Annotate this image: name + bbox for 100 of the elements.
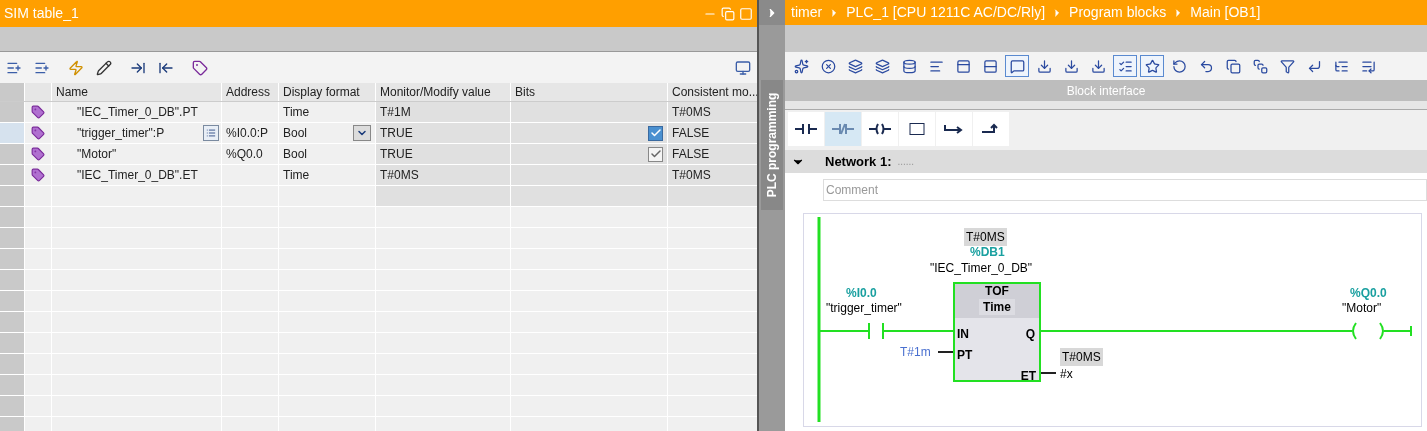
table-cell-text: Time <box>283 104 310 121</box>
table-cell-text: Time <box>283 167 310 184</box>
checkbox[interactable] <box>648 146 663 162</box>
copy-icon <box>1225 58 1241 74</box>
contact-symbol <box>868 322 884 340</box>
toolbar-button[interactable] <box>1140 55 1164 77</box>
table-cell-text: Bool <box>283 146 308 163</box>
star-icon <box>1144 58 1160 74</box>
toolbar-button[interactable] <box>1005 55 1029 77</box>
download-icon <box>1063 58 1079 74</box>
collapse-button[interactable] <box>759 0 785 25</box>
instruction-button[interactable] <box>788 111 824 146</box>
table-cell-text: %I0.0:P <box>226 125 269 142</box>
download-icon <box>1090 58 1106 74</box>
et-value: T#0MS <box>1060 348 1103 366</box>
et-output: #x <box>1060 366 1073 383</box>
table-cell-text: Bool <box>283 125 308 142</box>
instruction-button[interactable] <box>899 111 935 146</box>
pin-wire <box>1040 372 1057 374</box>
pt-value: T#1m <box>900 344 931 361</box>
empty-box-icon <box>906 122 928 135</box>
tag-icon <box>31 105 45 119</box>
instance-name: "IEC_Timer_0_DB" <box>930 260 1033 277</box>
network-title: Network 1: <box>825 152 892 171</box>
rotate-icon <box>1171 58 1187 74</box>
x-circle-icon <box>820 58 836 74</box>
undo-icon <box>1198 58 1214 74</box>
panel-icon <box>955 58 971 74</box>
checklist-icon <box>1117 58 1133 74</box>
list-button[interactable] <box>203 125 219 141</box>
table-cell-text: "trigger_timer":P <box>77 125 165 142</box>
instruction-button[interactable] <box>973 111 1009 146</box>
check-icon <box>649 148 662 160</box>
return-icon <box>1306 58 1322 74</box>
database-icon <box>901 58 917 74</box>
layers-icon <box>847 58 863 74</box>
negated-contact-icon <box>832 122 854 135</box>
block-type: TOF <box>985 284 1009 299</box>
lightning-icon <box>68 59 84 76</box>
table-cell-text: %Q0.0 <box>226 146 263 163</box>
sparkle-icon <box>793 58 809 74</box>
list-end-icon <box>1360 58 1376 74</box>
table-cell-text: "IEC_Timer_0_DB".ET <box>77 167 198 184</box>
comment-field[interactable]: Comment <box>823 179 1427 201</box>
tree-icon <box>1333 58 1349 74</box>
tag-icon <box>31 168 45 182</box>
pin-wire <box>937 351 954 353</box>
branch-open-icon <box>943 122 965 135</box>
network-header[interactable]: Network 1: ...... <box>785 150 1427 173</box>
table-cell-text: "IEC_Timer_0_DB".PT <box>77 104 198 121</box>
instruction-button[interactable] <box>862 111 898 146</box>
table-cell-text: T#1M <box>380 104 411 121</box>
instance-db: %DB1 <box>970 244 1005 261</box>
rows-icon <box>982 58 998 74</box>
coil-icon <box>869 122 891 135</box>
table-cell-text: T#0MS <box>672 167 711 184</box>
table-cell-text: "Motor" <box>77 146 117 163</box>
stack-icon <box>1252 58 1268 74</box>
pin-label: PT <box>957 347 973 364</box>
column-header[interactable]: Address <box>221 83 278 101</box>
column-header[interactable]: Name <box>51 83 221 101</box>
layers-icon <box>874 58 890 74</box>
block-subtype: Time <box>979 299 1015 315</box>
table-cell-text: FALSE <box>672 146 710 163</box>
filter-icon <box>1279 58 1295 74</box>
dropdown-button[interactable] <box>353 125 371 141</box>
coil-tag: "Motor" <box>1342 299 1382 317</box>
instruction-button[interactable] <box>936 111 972 146</box>
speech-bubble-icon <box>1009 58 1025 74</box>
column-header[interactable]: Monitor/Modify value <box>375 83 510 101</box>
tag-icon <box>31 147 45 161</box>
pin-label: IN <box>957 326 969 343</box>
tag-icon <box>192 59 208 76</box>
column-header[interactable]: Display format <box>278 83 375 101</box>
contact-address: %I0.0 <box>846 285 877 302</box>
toolbar-button[interactable] <box>1113 55 1137 77</box>
table-cell-text: FALSE <box>672 125 710 142</box>
title-placeholder: ...... <box>897 155 915 169</box>
side-tab[interactable]: PLC programming <box>761 80 783 210</box>
pin-label: ET <box>1020 368 1036 385</box>
table-cell-text: TRUE <box>380 146 413 163</box>
end-mark <box>1410 325 1412 337</box>
contact-tag: "trigger_timer" <box>826 299 902 317</box>
column-header[interactable]: Bits <box>510 83 667 101</box>
coil-address: %Q0.0 <box>1350 285 1387 302</box>
download-icon <box>1036 58 1052 74</box>
checkbox[interactable] <box>648 125 663 141</box>
table-cell-text: T#0MS <box>672 104 711 121</box>
list-icon <box>206 128 216 138</box>
instance-value: T#0MS <box>964 228 1007 246</box>
side-tab-label: PLC programming <box>764 92 780 198</box>
pencil-icon <box>96 59 112 76</box>
table-cell-text: T#0MS <box>380 167 419 184</box>
coil-symbol <box>1352 322 1384 340</box>
table-cell-text: TRUE <box>380 125 413 142</box>
block-interface-label: Block interface <box>1066 82 1146 100</box>
align-left-icon <box>928 58 944 74</box>
contact-icon <box>795 122 817 135</box>
monitor-icon <box>735 59 751 76</box>
tag-icon <box>31 126 45 140</box>
